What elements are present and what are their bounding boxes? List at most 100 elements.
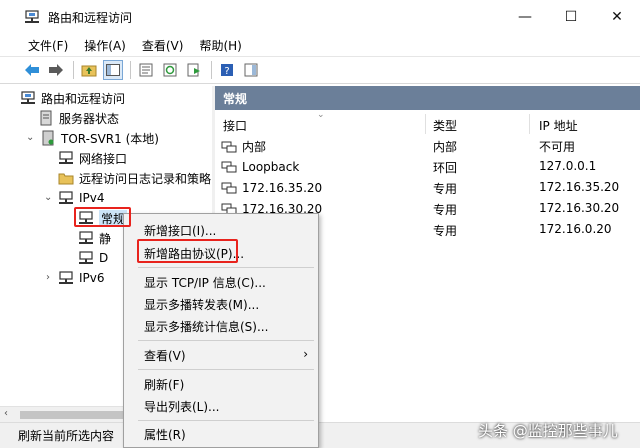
cell-interface: 内部 xyxy=(242,140,267,154)
table-row[interactable]: 内部 内部 不可用 xyxy=(215,136,640,157)
console-tree-icon xyxy=(106,64,120,76)
export-toolbar-button[interactable] xyxy=(184,60,204,80)
static-routes-icon xyxy=(78,230,94,246)
cell-ip: 127.0.0.1 xyxy=(539,159,597,173)
cell-type: 内部 xyxy=(433,140,458,154)
cell-type: 专用 xyxy=(433,203,458,217)
tree-label: 网络接口 xyxy=(79,151,128,166)
routing-app-icon xyxy=(24,10,40,24)
column-divider[interactable] xyxy=(529,114,530,134)
tree-item-server-status[interactable]: 服务器状态 xyxy=(38,108,119,128)
menu-item-properties[interactable]: 属性(R) xyxy=(144,426,186,443)
column-divider[interactable] xyxy=(425,114,426,134)
tree-item-dhcp[interactable]: D xyxy=(78,248,108,268)
tree-label: IPv4 xyxy=(79,191,105,205)
menu-view[interactable]: 查看(V) xyxy=(142,37,184,54)
menu-item-export-list[interactable]: 导出列表(L)... xyxy=(144,398,220,415)
tree-label: 静 xyxy=(99,231,112,246)
close-button[interactable]: ✕ xyxy=(594,0,640,34)
tree-item-server[interactable]: TOR-SVR1 (本地) xyxy=(40,128,159,148)
minimize-button[interactable]: — xyxy=(502,0,548,34)
properties-icon xyxy=(139,63,153,77)
cell-ip: 172.16.0.20 xyxy=(539,222,612,236)
ipv4-icon xyxy=(58,190,74,206)
menu-separator xyxy=(138,340,314,341)
tree-label: 远程访问日志记录和策略 xyxy=(79,171,212,186)
server-status-icon xyxy=(38,110,54,126)
menu-file[interactable]: 文件(F) xyxy=(28,37,68,54)
cell-ip: 172.16.35.20 xyxy=(539,180,620,194)
table-row[interactable]: Loopback 环回 127.0.0.1 xyxy=(215,157,640,178)
maximize-button[interactable]: ☐ xyxy=(548,0,594,34)
interface-icon xyxy=(221,139,237,155)
cell-interface: Loopback xyxy=(242,160,300,174)
highlight-general-node xyxy=(74,207,131,227)
refresh-toolbar-button[interactable] xyxy=(160,60,180,80)
show-hide-tree-button[interactable] xyxy=(103,60,123,80)
refresh-icon xyxy=(163,63,177,77)
cell-type: 专用 xyxy=(433,182,458,196)
menu-separator xyxy=(138,369,314,370)
expand-chevron-icon[interactable]: › xyxy=(46,272,50,283)
tree-item-ipv4[interactable]: IPv4 xyxy=(58,188,105,208)
column-header-interface[interactable]: 接口 xyxy=(223,114,247,136)
column-label: 接口 xyxy=(223,118,248,133)
toolbar-separator xyxy=(73,61,74,79)
tree-item-ipv6[interactable]: IPv6 xyxy=(58,268,105,288)
tree-label: 服务器状态 xyxy=(59,111,120,126)
folder-icon xyxy=(58,170,74,186)
menu-action[interactable]: 操作(A) xyxy=(84,37,126,54)
close-icon: ✕ xyxy=(611,9,623,25)
submenu-chevron-icon: › xyxy=(303,347,308,361)
interface-icon xyxy=(221,159,237,175)
scroll-left-icon[interactable]: ‹ xyxy=(4,408,8,419)
details-header-title: 常规 xyxy=(223,91,248,106)
back-button[interactable] xyxy=(22,60,42,80)
highlight-new-routing-protocol xyxy=(137,239,238,263)
column-header-ip[interactable]: IP 地址 xyxy=(539,114,578,136)
forward-arrow-icon xyxy=(49,64,63,76)
tree-label: TOR-SVR1 (本地) xyxy=(61,131,159,146)
menu-help[interactable]: 帮助(H) xyxy=(199,37,241,54)
tree-item-remote-access-logging[interactable]: 远程访问日志记录和策略 xyxy=(58,168,211,188)
menu-item-view[interactable]: 查看(V) xyxy=(144,347,186,364)
menu-item-show-multicast-forwarding[interactable]: 显示多播转发表(M)... xyxy=(144,296,259,313)
action-pane-button[interactable] xyxy=(241,60,261,80)
menu-item-new-interface[interactable]: 新增接口(I)... xyxy=(144,222,216,239)
back-arrow-icon xyxy=(25,64,39,76)
cell-ip: 不可用 xyxy=(539,140,576,154)
up-level-button[interactable] xyxy=(79,60,99,80)
column-header-type[interactable]: 类型 xyxy=(433,114,457,136)
collapse-chevron-icon[interactable]: ⌄ xyxy=(26,132,34,143)
sort-chevron-icon: ⌄ xyxy=(317,110,325,120)
forward-button[interactable] xyxy=(46,60,66,80)
menu-separator xyxy=(138,267,314,268)
svg-text:?: ? xyxy=(224,66,229,77)
tree-item-static-routes[interactable]: 静 xyxy=(78,228,111,248)
title-bar: 路由和远程访问 — ☐ ✕ xyxy=(0,0,640,34)
tree-item-root[interactable]: 路由和远程访问 xyxy=(20,88,125,108)
cell-type: 环回 xyxy=(433,161,458,175)
dhcp-icon xyxy=(78,250,94,266)
menu-item-show-multicast-stats[interactable]: 显示多播统计信息(S)... xyxy=(144,318,268,335)
column-label: IP 地址 xyxy=(539,118,578,133)
column-label: 类型 xyxy=(433,118,458,133)
properties-toolbar-button[interactable] xyxy=(136,60,156,80)
collapse-chevron-icon[interactable]: ⌄ xyxy=(44,192,52,203)
watermark-text: 头条 @监控那些事儿 xyxy=(478,422,618,440)
routing-icon xyxy=(20,90,36,106)
menu-item-show-tcpip[interactable]: 显示 TCP/IP 信息(C)... xyxy=(144,274,266,291)
tree-label: 路由和远程访问 xyxy=(41,91,126,106)
tree-label: IPv6 xyxy=(79,271,105,285)
interface-icon xyxy=(221,180,237,196)
network-interface-icon xyxy=(58,150,74,166)
toolbar: ? xyxy=(0,56,640,84)
help-toolbar-button[interactable]: ? xyxy=(217,60,237,80)
tree-item-network-interfaces[interactable]: 网络接口 xyxy=(58,148,127,168)
table-row[interactable]: 172.16.35.20 专用 172.16.35.20 xyxy=(215,178,640,199)
scrollbar-thumb[interactable] xyxy=(20,411,140,419)
details-header: 常规 xyxy=(215,86,640,110)
menu-item-refresh[interactable]: 刷新(F) xyxy=(144,376,184,393)
ipv6-icon xyxy=(58,270,74,286)
tree-label: D xyxy=(99,251,109,265)
